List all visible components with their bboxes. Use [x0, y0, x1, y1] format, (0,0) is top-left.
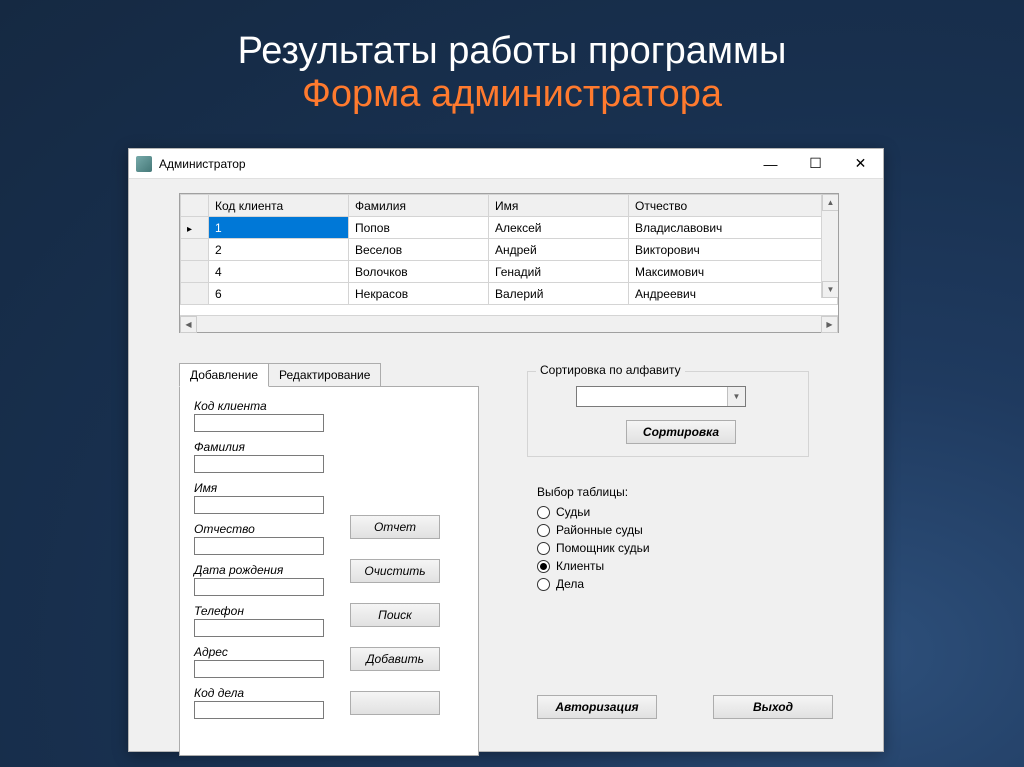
input-address[interactable]: [194, 660, 324, 678]
cell[interactable]: Веселов: [349, 239, 489, 261]
sort-combo-text: [577, 387, 727, 406]
tab-add[interactable]: Добавление: [179, 363, 269, 387]
input-phone[interactable]: [194, 619, 324, 637]
minimize-button[interactable]: —: [748, 149, 793, 178]
cell[interactable]: Валерий: [489, 283, 629, 305]
label-surname: Фамилия: [194, 440, 464, 454]
row-header[interactable]: [181, 283, 209, 305]
cell[interactable]: Некрасов: [349, 283, 489, 305]
table-row[interactable]: 1ПоповАлексейВладиславович: [181, 217, 838, 239]
cell[interactable]: Андрей: [489, 239, 629, 261]
label-name: Имя: [194, 481, 464, 495]
admin-window: Администратор — ☐ ✕: [128, 148, 884, 752]
radio-icon: [537, 524, 550, 537]
cell[interactable]: 6: [209, 283, 349, 305]
col-client-code[interactable]: Код клиента: [209, 195, 349, 217]
scroll-right-icon[interactable]: ▶: [821, 316, 838, 333]
horizontal-scrollbar[interactable]: ◀ ▶: [180, 315, 838, 332]
tab-panel-add: Код клиента Фамилия Имя Отчество Дата ро…: [179, 386, 479, 756]
slide-title: Результаты работы программы Форма админи…: [0, 0, 1024, 116]
cell[interactable]: Максимович: [629, 261, 838, 283]
grid-header-row[interactable]: Код клиента Фамилия Имя Отчество: [181, 195, 838, 217]
radio-icon: [537, 578, 550, 591]
input-birthdate[interactable]: [194, 578, 324, 596]
table-row[interactable]: 6НекрасовВалерийАндреевич: [181, 283, 838, 305]
titlebar[interactable]: Администратор — ☐ ✕: [129, 149, 883, 179]
report-button[interactable]: Отчет: [350, 515, 440, 539]
sort-combobox[interactable]: ▼: [576, 386, 746, 407]
scroll-up-icon[interactable]: ▲: [822, 194, 838, 211]
table-row[interactable]: 4ВолочковГенадийМаксимович: [181, 261, 838, 283]
row-header[interactable]: [181, 239, 209, 261]
window-title: Администратор: [159, 157, 748, 171]
radio-district-courts[interactable]: Районные суды: [537, 523, 650, 537]
radio-icon: [537, 542, 550, 555]
label-client-code: Код клиента: [194, 399, 464, 413]
vertical-scrollbar[interactable]: ▲ ▼: [821, 194, 838, 298]
cell[interactable]: Волочков: [349, 261, 489, 283]
radio-icon: [537, 560, 550, 573]
cell[interactable]: 4: [209, 261, 349, 283]
input-patronymic[interactable]: [194, 537, 324, 555]
radio-assistant[interactable]: Помощник судьи: [537, 541, 650, 555]
radio-label: Судьи: [556, 505, 590, 519]
exit-button[interactable]: Выход: [713, 695, 833, 719]
data-grid[interactable]: Код клиента Фамилия Имя Отчество 1ПоповА…: [179, 193, 839, 333]
radio-label: Районные суды: [556, 523, 643, 537]
input-case-code[interactable]: [194, 701, 324, 719]
radio-icon: [537, 506, 550, 519]
radio-label: Помощник судьи: [556, 541, 650, 555]
table-row[interactable]: 2ВеселовАндрейВикторович: [181, 239, 838, 261]
maximize-button[interactable]: ☐: [793, 149, 838, 178]
radio-label: Дела: [556, 577, 584, 591]
cell[interactable]: Генадий: [489, 261, 629, 283]
col-patronymic[interactable]: Отчество: [629, 195, 838, 217]
scroll-down-icon[interactable]: ▼: [822, 281, 838, 298]
sort-groupbox: Сортировка по алфавиту ▼ Сортировка: [527, 371, 809, 457]
radio-clients[interactable]: Клиенты: [537, 559, 650, 573]
grid-corner: [181, 195, 209, 217]
cell[interactable]: Андреевич: [629, 283, 838, 305]
row-header[interactable]: [181, 261, 209, 283]
cell[interactable]: Алексей: [489, 217, 629, 239]
scroll-left-icon[interactable]: ◀: [180, 316, 197, 333]
auth-button[interactable]: Авторизация: [537, 695, 657, 719]
cell[interactable]: 2: [209, 239, 349, 261]
clear-button[interactable]: Очистить: [350, 559, 440, 583]
radio-cases[interactable]: Дела: [537, 577, 650, 591]
cell[interactable]: Попов: [349, 217, 489, 239]
slide-title-line2: Форма администратора: [0, 73, 1024, 116]
col-name[interactable]: Имя: [489, 195, 629, 217]
search-button[interactable]: Поиск: [350, 603, 440, 627]
cell[interactable]: Владиславович: [629, 217, 838, 239]
sort-button[interactable]: Сортировка: [626, 420, 736, 444]
radio-judges[interactable]: Судьи: [537, 505, 650, 519]
update-button[interactable]: [350, 691, 440, 715]
col-surname[interactable]: Фамилия: [349, 195, 489, 217]
slide-title-line1: Результаты работы программы: [0, 30, 1024, 73]
input-client-code[interactable]: [194, 414, 324, 432]
window-controls: — ☐ ✕: [748, 149, 883, 178]
chevron-down-icon[interactable]: ▼: [727, 387, 745, 406]
app-icon: [136, 156, 152, 172]
close-button[interactable]: ✕: [838, 149, 883, 178]
bottom-button-row: Авторизация Выход: [537, 695, 833, 719]
tab-edit[interactable]: Редактирование: [268, 363, 381, 387]
table-choice-label: Выбор таблицы:: [537, 485, 650, 499]
cell[interactable]: 1: [209, 217, 349, 239]
row-header[interactable]: [181, 217, 209, 239]
tab-control: Добавление Редактирование Код клиента Фа…: [179, 363, 479, 756]
client-area: Код клиента Фамилия Имя Отчество 1ПоповА…: [129, 179, 883, 751]
cell[interactable]: Викторович: [629, 239, 838, 261]
sort-legend: Сортировка по алфавиту: [536, 363, 685, 377]
radio-label: Клиенты: [556, 559, 604, 573]
add-button[interactable]: Добавить: [350, 647, 440, 671]
input-surname[interactable]: [194, 455, 324, 473]
table-choice-group: Выбор таблицы: Судьи Районные суды Помощ…: [537, 485, 650, 595]
input-name[interactable]: [194, 496, 324, 514]
